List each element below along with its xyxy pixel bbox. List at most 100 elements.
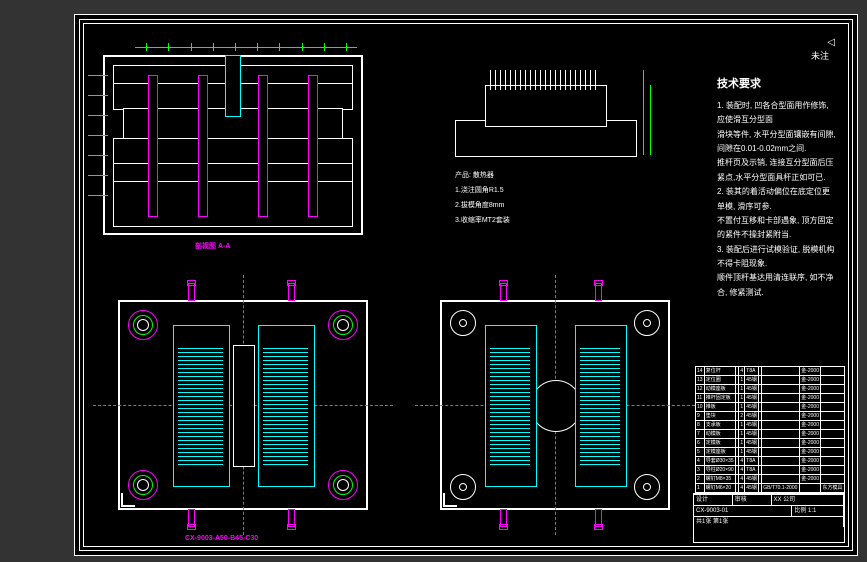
bom-cell: T8A (745, 457, 759, 466)
bom-cell: T8A (745, 466, 759, 475)
tb-drawn: 设计 (694, 495, 733, 505)
bom-cell: 13 (696, 376, 705, 385)
bom-cell (762, 475, 800, 484)
bom-row: 8支承板145钢金-2000 (696, 421, 845, 430)
bom-cell: 垫块 (704, 412, 736, 421)
bom-cell: 11 (696, 394, 705, 403)
bom-cell: 3 (696, 466, 705, 475)
bom-cell: 支承板 (704, 421, 736, 430)
tb-sheet: 共1张 第1张 (694, 517, 844, 527)
bom-cell: GB/T70.1-2000 (762, 484, 800, 493)
bom-cell: 45钢 (745, 376, 759, 385)
bom-cell: 金-2000 (800, 394, 821, 403)
bom-cell: 10 (696, 403, 705, 412)
bom-cell (800, 484, 821, 493)
bom-cell (762, 421, 800, 430)
bom-cell: 8 (696, 421, 705, 430)
bom-cell (762, 394, 800, 403)
req-item: 滑块等件, 水平分型面镶嵌有间隙, 间隙在0.01-0.02mm之间. (717, 128, 837, 157)
bom-cell: 定模板 (704, 439, 736, 448)
bom-cell (821, 466, 845, 475)
bom-cell: 金-2000 (800, 457, 821, 466)
bom-cell (821, 430, 845, 439)
req-item: 不置付互移和卡部遇象, 顶方固定的紧件不操封紧附当. (717, 214, 837, 243)
scale-arrow-icon: ◁ (827, 37, 835, 48)
bom-cell: 4 (696, 457, 705, 466)
bom-cell: T8A (745, 367, 759, 376)
bom-cell: 金-2000 (800, 412, 821, 421)
bom-row: 1螺钉M6×20445钢GB/T70.1-2000东方模具 (696, 484, 845, 493)
bom-cell: 6 (696, 439, 705, 448)
drawing-sheet: ◁ 未注 剖视图 A-A 产品: 散热器 1.浇注圆角R1.5 2.拔模角度8m… (74, 14, 858, 556)
bom-cell (762, 466, 800, 475)
bom-cell: 金-2000 (800, 367, 821, 376)
bom-cell (821, 403, 845, 412)
bom-cell: 7 (696, 430, 705, 439)
product-line-3: 3.收缩率MT2套装 (455, 215, 510, 225)
bom-row: 5定模座板145钢金-2000 (696, 448, 845, 457)
bom-cell: 12 (696, 385, 705, 394)
bom-cell: 金-2000 (800, 403, 821, 412)
bom-cell (762, 457, 800, 466)
bom-cell (762, 448, 800, 457)
isometric-view (455, 70, 635, 160)
unnamed-label: 未注 (811, 49, 829, 62)
technical-requirements: 技术要求 1. 装配时, 凹各合型面用作修饰, 应使滑互分型面 滑块等件, 水平… (717, 75, 837, 300)
cad-canvas: ◁ 未注 剖视图 A-A 产品: 散热器 1.浇注圆角R1.5 2.拔模角度8m… (0, 0, 867, 562)
bom-cell: 金-2000 (800, 385, 821, 394)
bom-cell: 9 (696, 412, 705, 421)
bill-of-materials: 14复位杆4T8A金-200013定位圈145钢金-200012动模座板145钢… (695, 366, 845, 493)
title-block: 设计 审核 XX 公司 CX-9003-01 比例 1:1 共1张 第1张 (693, 493, 845, 543)
bom-cell: 45钢 (745, 403, 759, 412)
bom-cell: 动模座板 (704, 385, 736, 394)
tb-partno: CX-9003-01 (694, 506, 792, 516)
req-item: 1. 装配时, 凹各合型面用作修饰, 应使滑互分型面 (717, 99, 837, 128)
tb-company: XX 公司 (772, 495, 845, 505)
bom-cell: 金-2000 (800, 376, 821, 385)
bom-cell: 导柱Ø20×90 (704, 466, 736, 475)
bom-cell: 推板 (704, 403, 736, 412)
bom-row: 2螺钉M8×35445钢金-2000 (696, 475, 845, 484)
bom-row: 6定模板145钢金-2000 (696, 439, 845, 448)
req-item: 3. 装配后进行试模验证, 脱模机构不得卡阻现象. (717, 243, 837, 272)
drawing-number-label: CX-9003-A50-B45-C30 (185, 535, 258, 542)
bom-row: 11推杆固定板145钢金-2000 (696, 394, 845, 403)
bom-cell: 复位杆 (704, 367, 736, 376)
tb-scale: 比例 1:1 (792, 506, 844, 516)
bom-cell: 东方模具 (821, 484, 845, 493)
bom-cell: 5 (696, 448, 705, 457)
bom-cell: 定位圈 (704, 376, 736, 385)
bom-cell (821, 394, 845, 403)
bom-cell (821, 457, 845, 466)
bom-cell: 14 (696, 367, 705, 376)
section-label: 剖视图 A-A (195, 241, 230, 251)
bom-cell: 动模板 (704, 430, 736, 439)
bom-cell: 1 (696, 484, 705, 493)
bom-cell: 定模座板 (704, 448, 736, 457)
product-line-2: 2.拔模角度8mm (455, 200, 504, 210)
bom-row: 4导套Ø30×354T8A金-2000 (696, 457, 845, 466)
bom-cell: 金-2000 (800, 466, 821, 475)
bom-cell: 螺钉M8×35 (704, 475, 736, 484)
bom-cell: 45钢 (745, 385, 759, 394)
bom-row: 7动模板145钢金-2000 (696, 430, 845, 439)
bom-cell: 金-2000 (800, 421, 821, 430)
bom-cell (821, 475, 845, 484)
bom-row: 12动模座板145钢金-2000 (696, 385, 845, 394)
bom-cell: 金-2000 (800, 430, 821, 439)
bom-cell: 45钢 (745, 421, 759, 430)
bom-cell: 45钢 (745, 484, 759, 493)
bom-row: 13定位圈145钢金-2000 (696, 376, 845, 385)
bom-cell: 45钢 (745, 475, 759, 484)
section-view (103, 55, 363, 235)
bom-cell (762, 430, 800, 439)
bom-cell (821, 421, 845, 430)
requirements-title: 技术要求 (717, 75, 837, 95)
plan-view-fixed (425, 285, 685, 525)
bom-cell (821, 439, 845, 448)
bom-cell (762, 376, 800, 385)
bom-cell (762, 367, 800, 376)
product-title: 产品: 散热器 (455, 170, 494, 180)
bom-cell: 45钢 (745, 394, 759, 403)
bom-cell: 导套Ø30×35 (704, 457, 736, 466)
